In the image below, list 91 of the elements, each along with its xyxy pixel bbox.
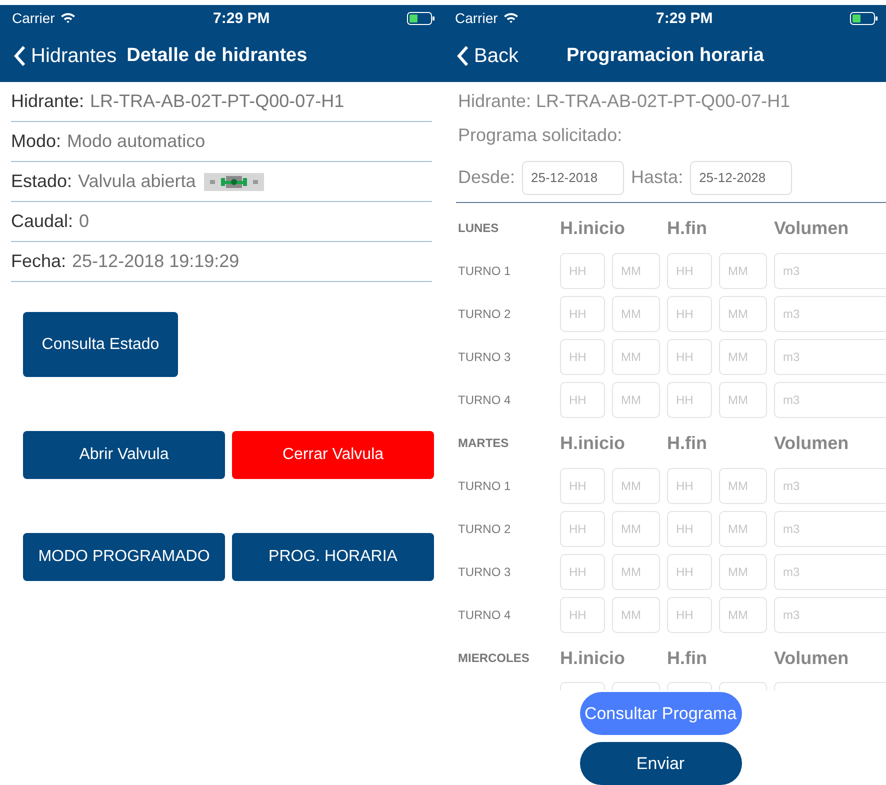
day-label: MARTES	[458, 436, 510, 450]
field-value: Valvula abierta	[78, 171, 196, 192]
field-label: Hidrante:	[11, 91, 84, 112]
shift-label: TURNO 4	[458, 393, 512, 408]
time-field[interactable]: HH	[560, 296, 605, 332]
status-time: 7:29 PM	[656, 10, 713, 26]
action-button[interactable]: Consulta Estado	[23, 312, 178, 377]
time-field[interactable]: MM	[612, 382, 660, 418]
time-field[interactable]: MM	[719, 597, 767, 634]
column-header: H.inicio	[560, 648, 626, 669]
action-button[interactable]: Consultar Programa	[580, 692, 742, 735]
time-field[interactable]: HH	[667, 339, 712, 376]
from-date-field[interactable]: 25-12-2018	[522, 160, 624, 195]
field-label: Caudal:	[11, 211, 74, 232]
time-field[interactable]: MM	[719, 382, 767, 418]
back-button[interactable]: Back	[457, 44, 518, 68]
time-field[interactable]: MM	[612, 511, 660, 548]
time-field[interactable]: m3	[774, 339, 886, 376]
program-label: Programa solicitado:	[458, 124, 624, 147]
time-field[interactable]: MM	[612, 296, 660, 332]
time-field[interactable]: HH	[667, 296, 712, 332]
day-label: MIERCOLES	[458, 651, 530, 666]
time-field[interactable]: m3	[774, 468, 886, 504]
time-field[interactable]: HH	[667, 468, 712, 504]
time-field[interactable]: HH	[560, 382, 605, 418]
field-value: 0	[79, 211, 90, 232]
time-field[interactable]: MM	[612, 554, 660, 590]
time-field[interactable]: HH	[560, 253, 605, 290]
column-header: H.fin	[667, 432, 708, 454]
time-field[interactable]: MM	[719, 296, 767, 332]
action-button[interactable]: Abrir Valvula	[23, 431, 225, 479]
field-value: 25-12-2018 19:19:29	[72, 251, 240, 272]
field-label: Estado:	[11, 171, 72, 192]
to-date-field[interactable]: 25-12-2028	[690, 160, 792, 195]
time-field[interactable]: HH	[560, 597, 605, 634]
hydrant-id: Hidrante: LR-TRA-AB-02T-PT-Q00-07-H1	[458, 90, 792, 113]
day-label: LUNES	[458, 221, 500, 236]
carrier-label: Carrier	[12, 10, 55, 26]
screen-title: Detalle de hidrantes	[126, 45, 308, 67]
time-field[interactable]: m3	[774, 511, 886, 548]
time-field[interactable]: m3	[774, 554, 886, 590]
field-label: Modo:	[11, 131, 62, 152]
action-button[interactable]: MODO PROGRAMADO	[23, 533, 225, 581]
time-field[interactable]: MM	[719, 339, 767, 376]
time-field[interactable]: MM	[719, 511, 767, 548]
time-field[interactable]: MM	[719, 253, 767, 290]
time-field[interactable]: m3	[774, 296, 886, 332]
action-button[interactable]: Enviar	[580, 742, 742, 785]
time-field[interactable]: m3	[774, 382, 886, 418]
field-label: Fecha:	[11, 251, 66, 272]
column-header: H.inicio	[560, 432, 626, 454]
action-button[interactable]: Cerrar Valvula	[232, 431, 434, 479]
shift-label: TURNO 3	[458, 565, 512, 580]
shift-label: TURNO 3	[458, 350, 512, 364]
shift-label: TURNO 1	[458, 264, 512, 278]
column-header: Volumen	[774, 432, 850, 454]
time-field[interactable]: HH	[667, 554, 712, 590]
time-field[interactable]: MM	[612, 253, 660, 290]
time-field[interactable]: MM	[719, 468, 767, 504]
shift-label: TURNO 2	[458, 307, 512, 322]
field-value: Modo automatico	[67, 131, 206, 152]
field-value: LR-TRA-AB-02T-PT-Q00-07-H1	[90, 91, 344, 112]
time-field[interactable]: MM	[719, 554, 767, 590]
time-field[interactable]: HH	[560, 511, 605, 548]
time-field[interactable]: HH	[560, 554, 605, 590]
time-field[interactable]: MM	[612, 597, 660, 634]
time-field[interactable]: MM	[612, 468, 660, 504]
column-header: H.inicio	[560, 218, 626, 239]
time-field[interactable]: m3	[774, 597, 886, 634]
from-label: Desde:	[458, 167, 516, 188]
screen-title: Programacion horaria	[566, 45, 764, 67]
column-header: Volumen	[774, 218, 850, 239]
to-label: Hasta:	[631, 167, 684, 188]
time-field[interactable]: m3	[774, 253, 886, 290]
time-field[interactable]: HH	[667, 253, 712, 290]
time-field[interactable]: HH	[667, 511, 712, 548]
status-time: 7:29 PM	[213, 10, 270, 26]
action-button[interactable]: PROG. HORARIA	[232, 533, 434, 581]
time-field[interactable]: HH	[667, 597, 712, 634]
carrier-label: Carrier	[455, 10, 498, 26]
time-field[interactable]: MM	[612, 339, 660, 376]
column-header: H.fin	[667, 218, 708, 239]
shift-label: TURNO 2	[458, 522, 512, 536]
time-field[interactable]: HH	[560, 468, 605, 504]
back-button[interactable]: Hidrantes	[14, 44, 117, 68]
column-header: Volumen	[774, 648, 850, 669]
shift-label: TURNO 1	[458, 479, 512, 494]
time-field[interactable]: HH	[560, 339, 605, 376]
time-field[interactable]: HH	[667, 382, 712, 418]
shift-label: TURNO 4	[458, 608, 512, 622]
column-header: H.fin	[667, 648, 708, 669]
